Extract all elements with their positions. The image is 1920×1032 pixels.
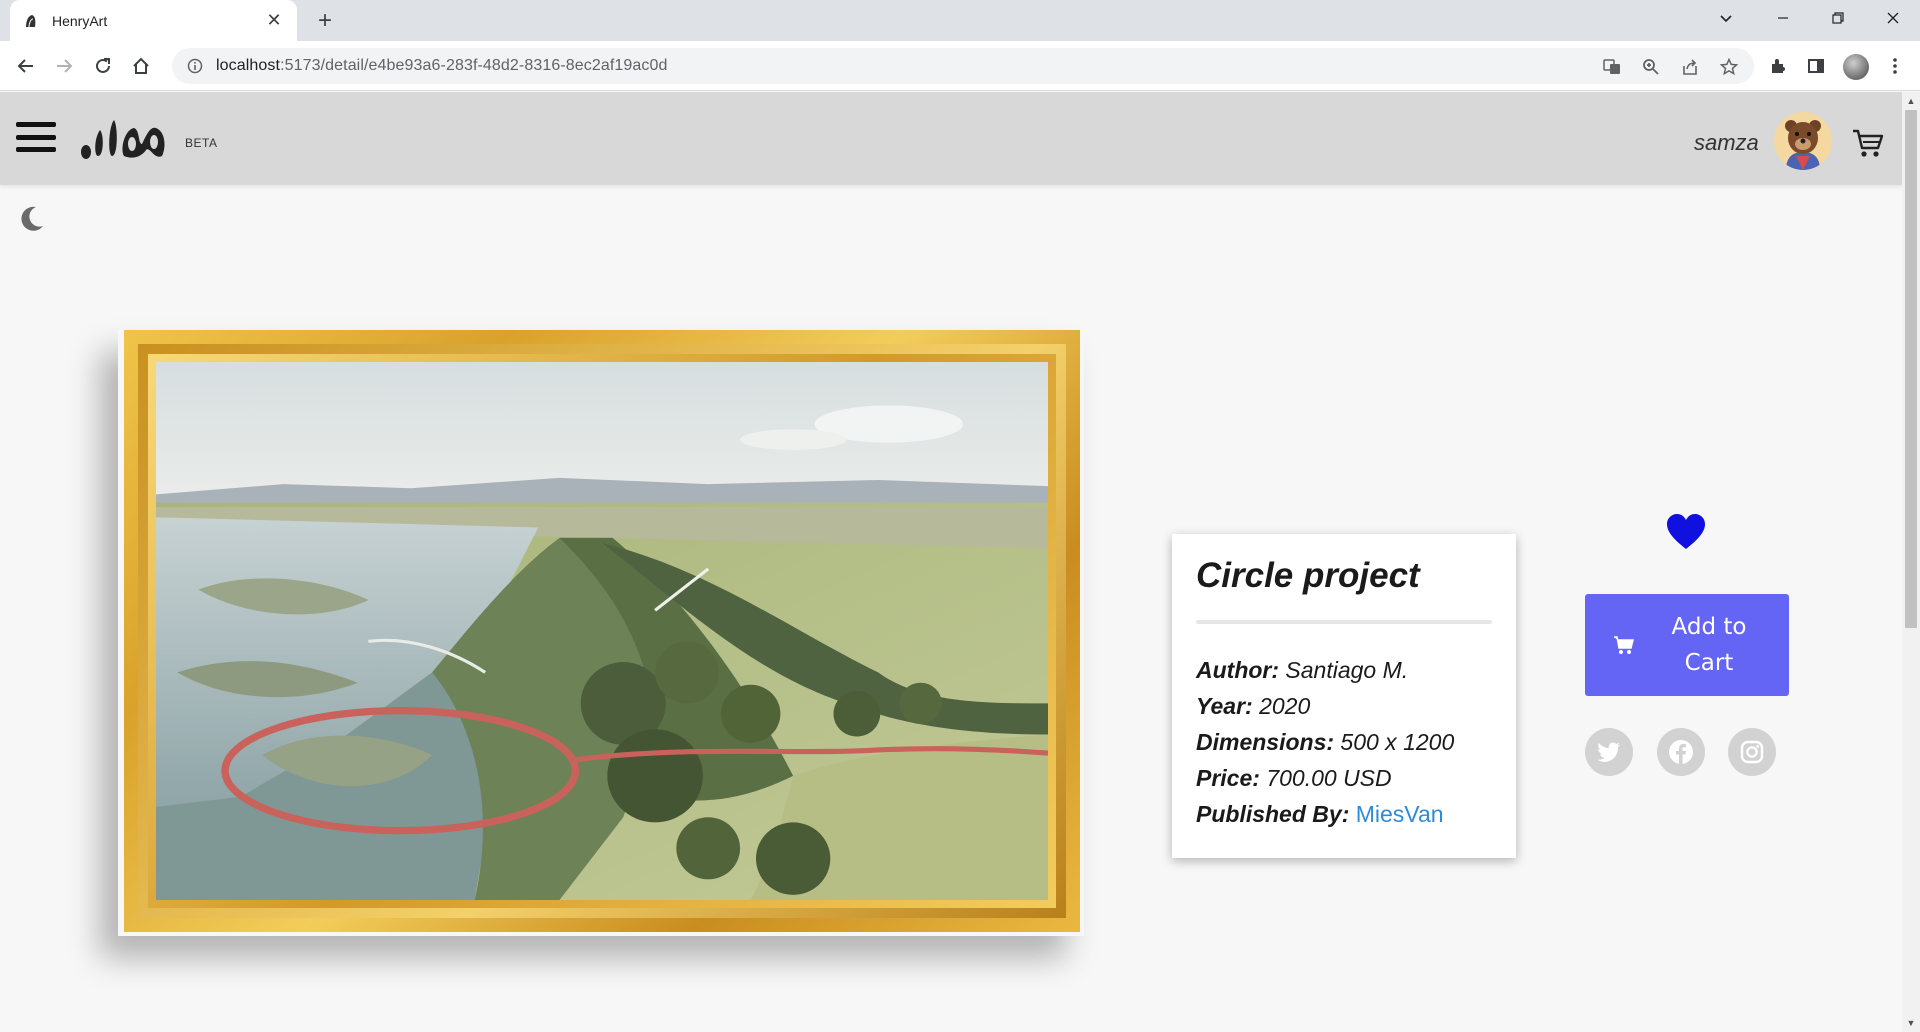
home-icon[interactable] (126, 51, 156, 81)
artwork-info-card: Circle project Author: Santiago M. Year:… (1172, 534, 1516, 858)
price-row: Price: 700.00 USD (1196, 765, 1392, 791)
dimensions-value: 500 x 1200 (1340, 729, 1455, 755)
address-bar[interactable]: localhost:5173/detail/e4be93a6-283f-48d2… (172, 48, 1754, 84)
translate-icon[interactable] (1602, 57, 1622, 77)
page-scrollbar[interactable]: ▲ ▼ (1902, 92, 1920, 1032)
price-value: 700.00 USD (1266, 765, 1392, 791)
published-row: Published By: MiesVan (1196, 801, 1444, 827)
artwork-image[interactable] (156, 362, 1048, 900)
facebook-icon[interactable] (1657, 728, 1705, 776)
browser-toolbar: localhost:5173/detail/e4be93a6-283f-48d2… (0, 41, 1920, 91)
close-window-icon[interactable] (1870, 0, 1916, 36)
tab-search-icon[interactable] (1703, 0, 1749, 36)
back-icon[interactable] (11, 51, 41, 81)
zoom-icon[interactable] (1641, 57, 1661, 77)
year-row: Year: 2020 (1196, 693, 1311, 719)
cart-icon[interactable] (1852, 128, 1884, 158)
moon-icon[interactable] (16, 204, 46, 234)
henryart-favicon-icon (22, 12, 40, 30)
dimensions-row: Dimensions: 500 x 1200 (1196, 729, 1455, 755)
reload-icon[interactable] (88, 51, 118, 81)
share-icon[interactable] (1680, 57, 1700, 77)
heart-icon[interactable] (1666, 514, 1706, 550)
add-to-cart-button[interactable]: Add to Cart (1585, 594, 1789, 696)
browser-tabbar: HenryArt ✕ + (0, 0, 1920, 41)
app-header: BETA samza (0, 92, 1902, 185)
menu-icon[interactable] (16, 122, 56, 152)
new-tab-icon[interactable]: + (312, 7, 338, 34)
username[interactable]: samza (1694, 130, 1759, 156)
side-panel-icon[interactable] (1804, 54, 1828, 78)
site-info-icon[interactable] (186, 57, 204, 75)
tab-close-icon[interactable]: ✕ (263, 10, 285, 32)
minimize-icon[interactable] (1760, 0, 1806, 36)
bookmark-star-icon[interactable] (1719, 57, 1739, 77)
user-avatar[interactable] (1774, 112, 1832, 170)
artwork-title: Circle project (1196, 556, 1420, 595)
artwork-details: Author: Santiago M. Year: 2020 Dimension… (1196, 652, 1492, 832)
forward-icon[interactable] (49, 51, 79, 81)
add-to-cart-label: Add to Cart (1671, 614, 1747, 676)
scroll-down-arrow-icon[interactable]: ▼ (1906, 1018, 1916, 1028)
cart-icon (1614, 636, 1634, 654)
url-text: localhost:5173/detail/e4be93a6-283f-48d2… (216, 57, 668, 74)
twitter-icon[interactable] (1585, 728, 1633, 776)
author-row: Author: Santiago M. (1196, 657, 1409, 683)
page-content: BETA samza Circle project Author: Santia… (0, 92, 1902, 1032)
scroll-up-arrow-icon[interactable]: ▲ (1906, 96, 1916, 106)
restore-icon[interactable] (1815, 0, 1861, 36)
beta-label: BETA (185, 136, 218, 150)
extensions-icon[interactable] (1766, 54, 1790, 78)
instagram-icon[interactable] (1728, 728, 1776, 776)
year-value: 2020 (1259, 693, 1311, 719)
author-value: Santiago M. (1285, 657, 1409, 683)
browser-tab[interactable]: HenryArt ✕ (10, 0, 297, 41)
menu-kebab-icon[interactable] (1883, 54, 1907, 78)
artwork-frame (124, 330, 1080, 932)
henryart-logo[interactable] (80, 116, 176, 160)
title-divider (1196, 620, 1492, 624)
tab-title: HenryArt (52, 12, 108, 29)
scroll-thumb[interactable] (1905, 110, 1917, 628)
profile-avatar-icon[interactable] (1843, 54, 1869, 80)
publisher-link[interactable]: MiesVan (1356, 801, 1444, 827)
